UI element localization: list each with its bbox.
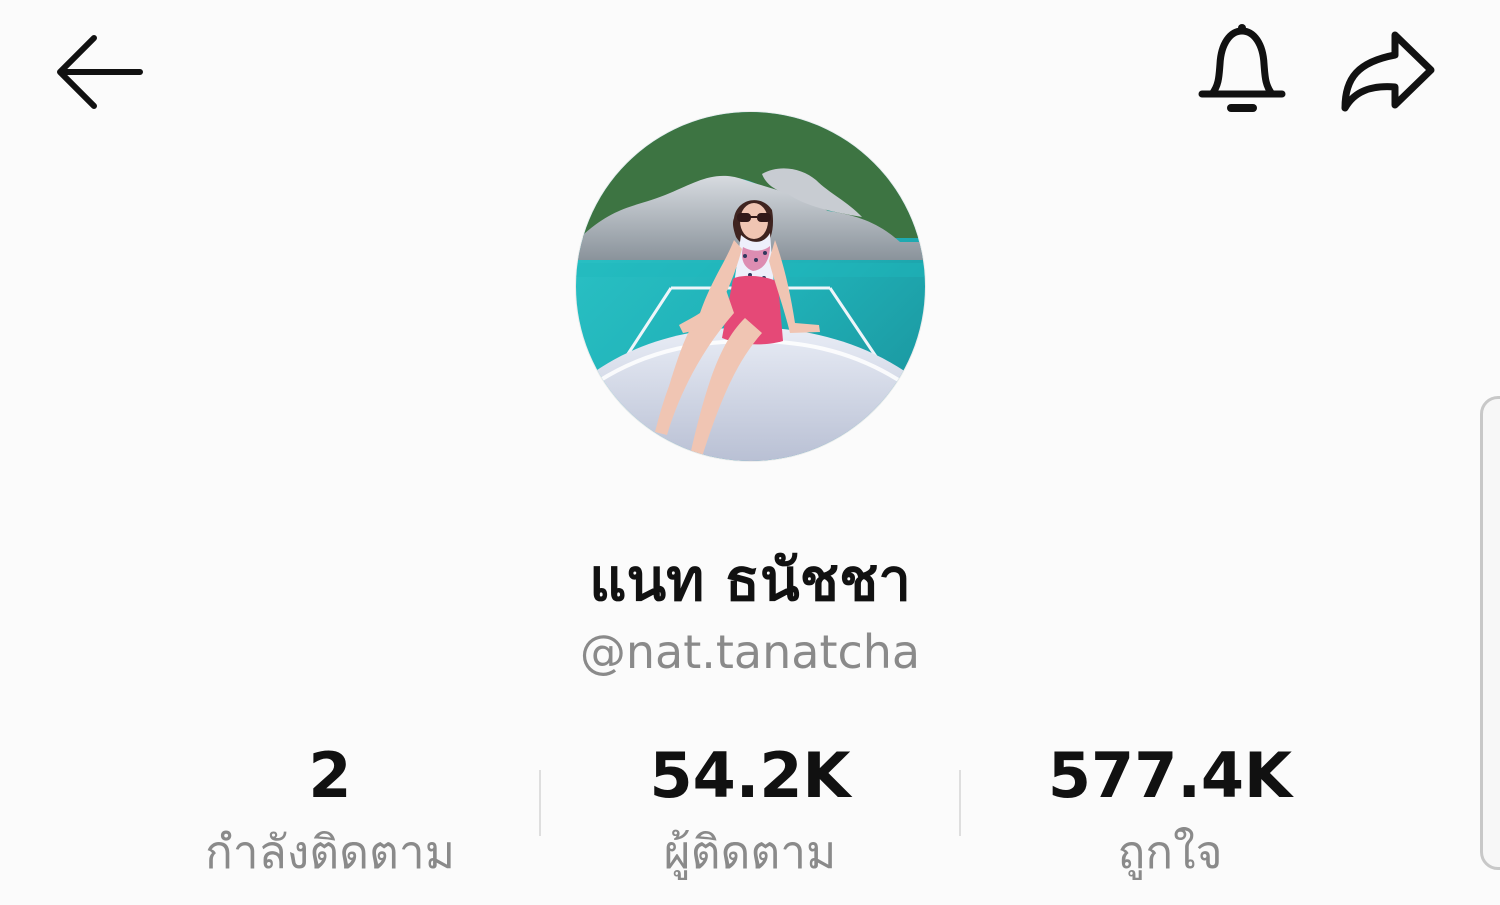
- likes-label: ถูกใจ: [1117, 825, 1223, 879]
- following-stat[interactable]: 2 กำลังติดตาม: [120, 736, 540, 886]
- following-count: 2: [308, 739, 352, 812]
- followers-label: ผู้ติดตาม: [663, 825, 837, 879]
- share-arrow-icon: [1341, 31, 1435, 112]
- back-button[interactable]: [52, 30, 148, 114]
- profile-avatar[interactable]: [576, 112, 925, 461]
- username: @nat.tanatcha: [579, 625, 921, 679]
- display-name: แนท ธนัชชา: [589, 546, 911, 614]
- bell-icon: [1198, 24, 1286, 112]
- side-scrollbar[interactable]: [1480, 396, 1500, 870]
- profile-photo: [576, 112, 925, 461]
- arrow-left-icon: [57, 35, 143, 109]
- likes-stat[interactable]: 577.4K ถูกใจ: [960, 736, 1380, 886]
- followers-count: 54.2K: [649, 739, 851, 812]
- notification-button[interactable]: [1192, 20, 1292, 120]
- likes-count: 577.4K: [1047, 739, 1293, 812]
- following-label: กำลังติดตาม: [204, 825, 456, 879]
- share-button[interactable]: [1334, 20, 1446, 120]
- followers-stat[interactable]: 54.2K ผู้ติดตาม: [540, 736, 960, 886]
